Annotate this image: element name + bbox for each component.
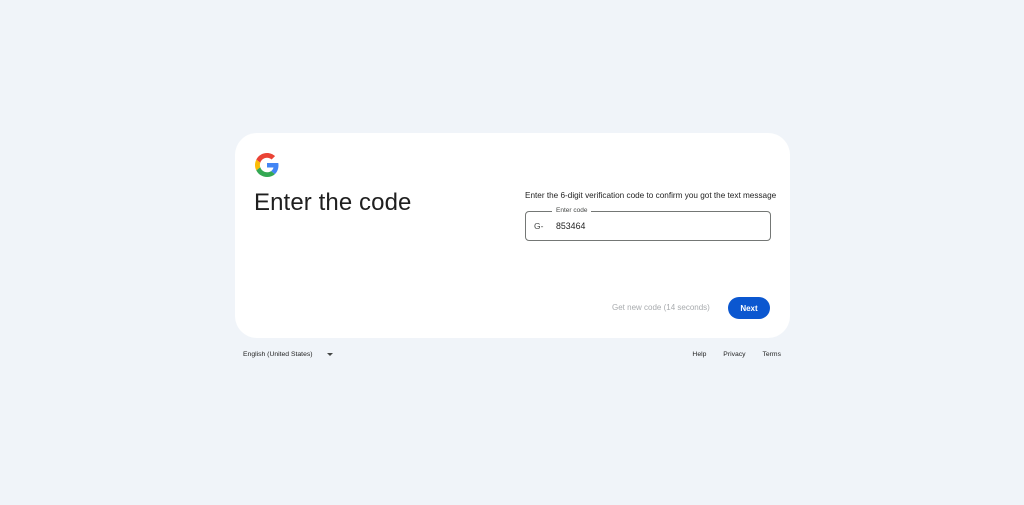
- code-prefix: G-: [534, 221, 544, 231]
- footer: English (United States) Help Privacy Ter…: [243, 350, 781, 362]
- terms-link[interactable]: Terms: [762, 351, 781, 358]
- get-new-code-link[interactable]: Get new code (14 seconds): [612, 303, 710, 312]
- language-selector[interactable]: English (United States): [243, 351, 313, 358]
- help-link[interactable]: Help: [692, 351, 706, 358]
- privacy-link[interactable]: Privacy: [723, 351, 745, 358]
- dropdown-arrow-icon[interactable]: [327, 353, 333, 356]
- footer-links: Help Privacy Terms: [677, 351, 781, 358]
- code-input[interactable]: [556, 219, 756, 233]
- google-g-logo-icon: [255, 153, 279, 177]
- code-field-label: Enter code: [552, 206, 592, 216]
- instruction-text: Enter the 6-digit verification code to c…: [525, 191, 777, 200]
- code-field[interactable]: Enter code G-: [525, 206, 771, 241]
- signin-card: Enter the code Enter the 6-digit verific…: [235, 133, 790, 338]
- next-button[interactable]: Next: [728, 297, 770, 319]
- page-title: Enter the code: [254, 189, 412, 216]
